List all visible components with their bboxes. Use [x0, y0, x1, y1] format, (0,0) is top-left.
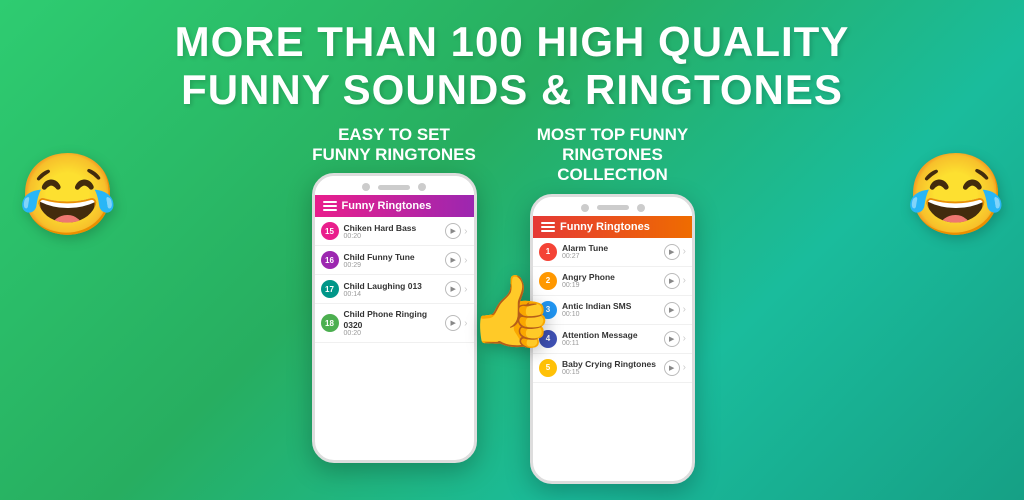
crying-laughing-emoji-right: 😂: [906, 155, 1006, 235]
chevron-right-icon: ›: [464, 255, 467, 266]
song-info: Child Laughing 013 00:14: [344, 281, 441, 298]
list-item: 5 Baby Crying Ringtones 00:15 ▶ ›: [533, 354, 692, 383]
song-title: Child Phone Ringing 0320: [344, 309, 441, 329]
song-controls[interactable]: ▶ ›: [664, 302, 686, 318]
song-time: 00:20: [344, 233, 441, 240]
right-phone-header-title: Funny Ringtones: [560, 221, 650, 233]
song-controls[interactable]: ▶ ›: [664, 244, 686, 260]
song-title: Chiken Hard Bass: [344, 223, 441, 233]
left-phone-camera: [362, 183, 370, 191]
left-phone-header-title: Funny Ringtones: [342, 200, 432, 212]
song-controls[interactable]: ▶ ›: [445, 315, 467, 331]
song-controls[interactable]: ▶ ›: [445, 252, 467, 268]
chevron-right-icon: ›: [464, 318, 467, 329]
song-controls[interactable]: ▶ ›: [445, 281, 467, 297]
song-title: Antic Indian SMS: [562, 301, 659, 311]
song-number: 5: [539, 359, 557, 377]
song-time: 00:27: [562, 253, 659, 260]
right-phone-speaker: [597, 205, 629, 210]
song-controls[interactable]: ▶ ›: [664, 360, 686, 376]
right-phone-camera: [581, 204, 589, 212]
list-item: 17 Child Laughing 013 00:14 ▶ ›: [315, 275, 474, 304]
chevron-right-icon: ›: [683, 246, 686, 257]
play-button[interactable]: ▶: [445, 252, 461, 268]
song-info: Attention Message 00:11: [562, 330, 659, 347]
song-title: Child Funny Tune: [344, 252, 441, 262]
song-controls[interactable]: ▶ ›: [445, 223, 467, 239]
list-item: 2 Angry Phone 00:19 ▶ ›: [533, 267, 692, 296]
song-title: Baby Crying Ringtones: [562, 359, 659, 369]
list-item: 3 Antic Indian SMS 00:10 ▶ ›: [533, 296, 692, 325]
headline: MORE THAN 100 HIGH QUALITY FUNNY SOUNDS …: [175, 18, 850, 115]
song-number: 1: [539, 243, 557, 261]
song-time: 00:14: [344, 291, 441, 298]
headline-line2: FUNNY SOUNDS & RINGTONES: [175, 66, 850, 114]
song-info: Child Phone Ringing 0320 00:20: [344, 309, 441, 336]
list-item: 1 Alarm Tune 00:27 ▶ ›: [533, 238, 692, 267]
song-info: Chiken Hard Bass 00:20: [344, 223, 441, 240]
right-phone-camera2: [637, 204, 645, 212]
song-title: Child Laughing 013: [344, 281, 441, 291]
left-phone: Funny Ringtones 15 Chiken Hard Bass 00:2…: [312, 173, 477, 463]
song-info: Antic Indian SMS 00:10: [562, 301, 659, 318]
song-time: 00:10: [562, 311, 659, 318]
play-button[interactable]: ▶: [664, 273, 680, 289]
right-hamburger-icon[interactable]: [541, 222, 555, 232]
headline-line1: MORE THAN 100 HIGH QUALITY: [175, 18, 850, 66]
song-controls[interactable]: ▶ ›: [664, 331, 686, 347]
chevron-right-icon: ›: [464, 226, 467, 237]
play-button[interactable]: ▶: [445, 315, 461, 331]
right-phone-header: Funny Ringtones: [533, 216, 692, 238]
right-phone-label: MOST TOP FUNNYRINGTONES COLLECTION: [513, 125, 713, 186]
left-phone-label: EASY TO SETFUNNY RINGTONES: [312, 125, 476, 166]
play-button[interactable]: ▶: [664, 331, 680, 347]
song-controls[interactable]: ▶ ›: [664, 273, 686, 289]
play-button[interactable]: ▶: [664, 302, 680, 318]
song-time: 00:20: [344, 330, 441, 337]
list-item: 15 Chiken Hard Bass 00:20 ▶ ›: [315, 217, 474, 246]
play-button[interactable]: ▶: [664, 360, 680, 376]
chevron-right-icon: ›: [464, 284, 467, 295]
list-item: 4 Attention Message 00:11 ▶ ›: [533, 325, 692, 354]
left-song-list: 15 Chiken Hard Bass 00:20 ▶ › 16 Child F…: [315, 217, 474, 460]
play-button[interactable]: ▶: [445, 223, 461, 239]
song-time: 00:15: [562, 369, 659, 376]
song-time: 00:11: [562, 340, 659, 347]
song-number: 16: [321, 251, 339, 269]
right-phone-top-bar: [533, 197, 692, 216]
chevron-right-icon: ›: [683, 275, 686, 286]
song-info: Alarm Tune 00:27: [562, 243, 659, 260]
song-number: 18: [321, 314, 339, 332]
song-info: Child Funny Tune 00:29: [344, 252, 441, 269]
left-phone-header: Funny Ringtones: [315, 195, 474, 217]
play-button[interactable]: ▶: [445, 281, 461, 297]
song-title: Angry Phone: [562, 272, 659, 282]
song-number: 15: [321, 222, 339, 240]
thumbs-up-emoji: 👍: [468, 271, 555, 353]
song-time: 00:19: [562, 282, 659, 289]
play-button[interactable]: ▶: [664, 244, 680, 260]
song-number: 17: [321, 280, 339, 298]
left-hamburger-icon[interactable]: [323, 201, 337, 211]
laughing-emoji-left: 😂: [18, 155, 118, 235]
song-title: Alarm Tune: [562, 243, 659, 253]
right-song-list: 1 Alarm Tune 00:27 ▶ › 2 Angry Phone 00:…: [533, 238, 692, 481]
content-area: 😂 EASY TO SETFUNNY RINGTONES Funny Ringt…: [0, 125, 1024, 500]
song-title: Attention Message: [562, 330, 659, 340]
song-info: Angry Phone 00:19: [562, 272, 659, 289]
list-item: 16 Child Funny Tune 00:29 ▶ ›: [315, 246, 474, 275]
left-phone-camera2: [418, 183, 426, 191]
chevron-right-icon: ›: [683, 362, 686, 373]
left-phone-speaker: [378, 185, 410, 190]
song-time: 00:29: [344, 262, 441, 269]
chevron-right-icon: ›: [683, 333, 686, 344]
song-info: Baby Crying Ringtones 00:15: [562, 359, 659, 376]
list-item: 18 Child Phone Ringing 0320 00:20 ▶ ›: [315, 304, 474, 342]
chevron-right-icon: ›: [683, 304, 686, 315]
left-phone-top-bar: [315, 176, 474, 195]
left-phone-wrapper: EASY TO SETFUNNY RINGTONES Funny Rington…: [312, 125, 477, 464]
